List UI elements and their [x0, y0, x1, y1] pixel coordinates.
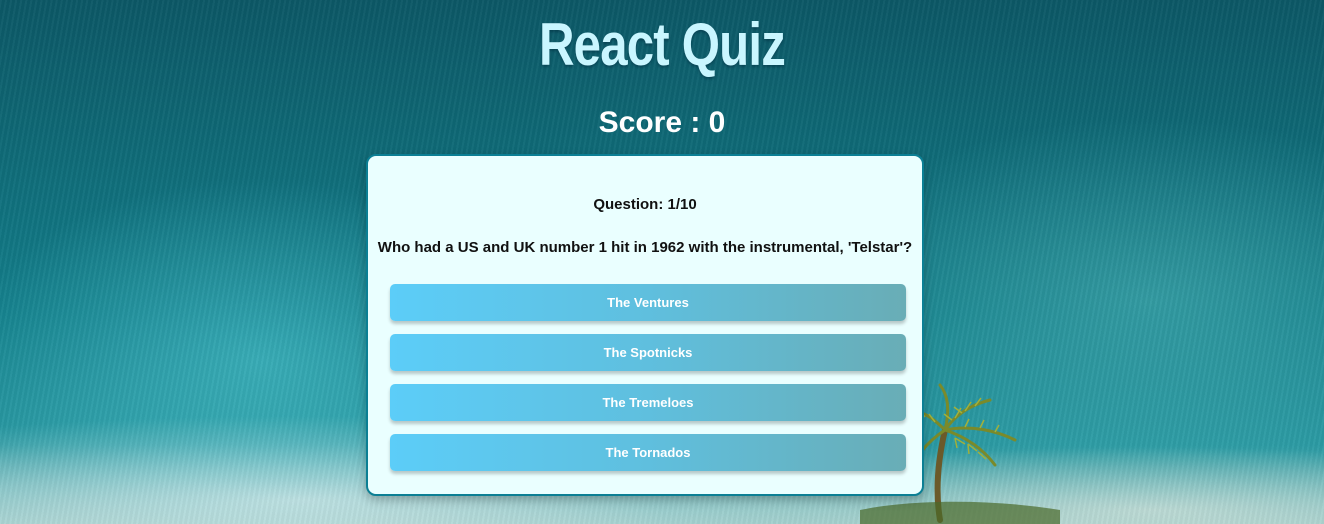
answer-list: The Ventures The Spotnicks The Tremeloes… — [390, 284, 906, 484]
question-text: Who had a US and UK number 1 hit in 1962… — [377, 239, 913, 256]
answer-button-tornados[interactable]: The Tornados — [390, 434, 906, 471]
answer-button-spotnicks[interactable]: The Spotnicks — [390, 334, 906, 371]
answer-button-ventures[interactable]: The Ventures — [390, 284, 906, 321]
quiz-card: Question: 1/10 Who had a US and UK numbe… — [366, 154, 924, 496]
answer-button-tremeloes[interactable]: The Tremeloes — [390, 384, 906, 421]
score-display: Score : 0 — [598, 106, 726, 139]
question-counter: Question: 1/10 — [593, 196, 697, 213]
app-title: React Quiz — [538, 11, 786, 78]
